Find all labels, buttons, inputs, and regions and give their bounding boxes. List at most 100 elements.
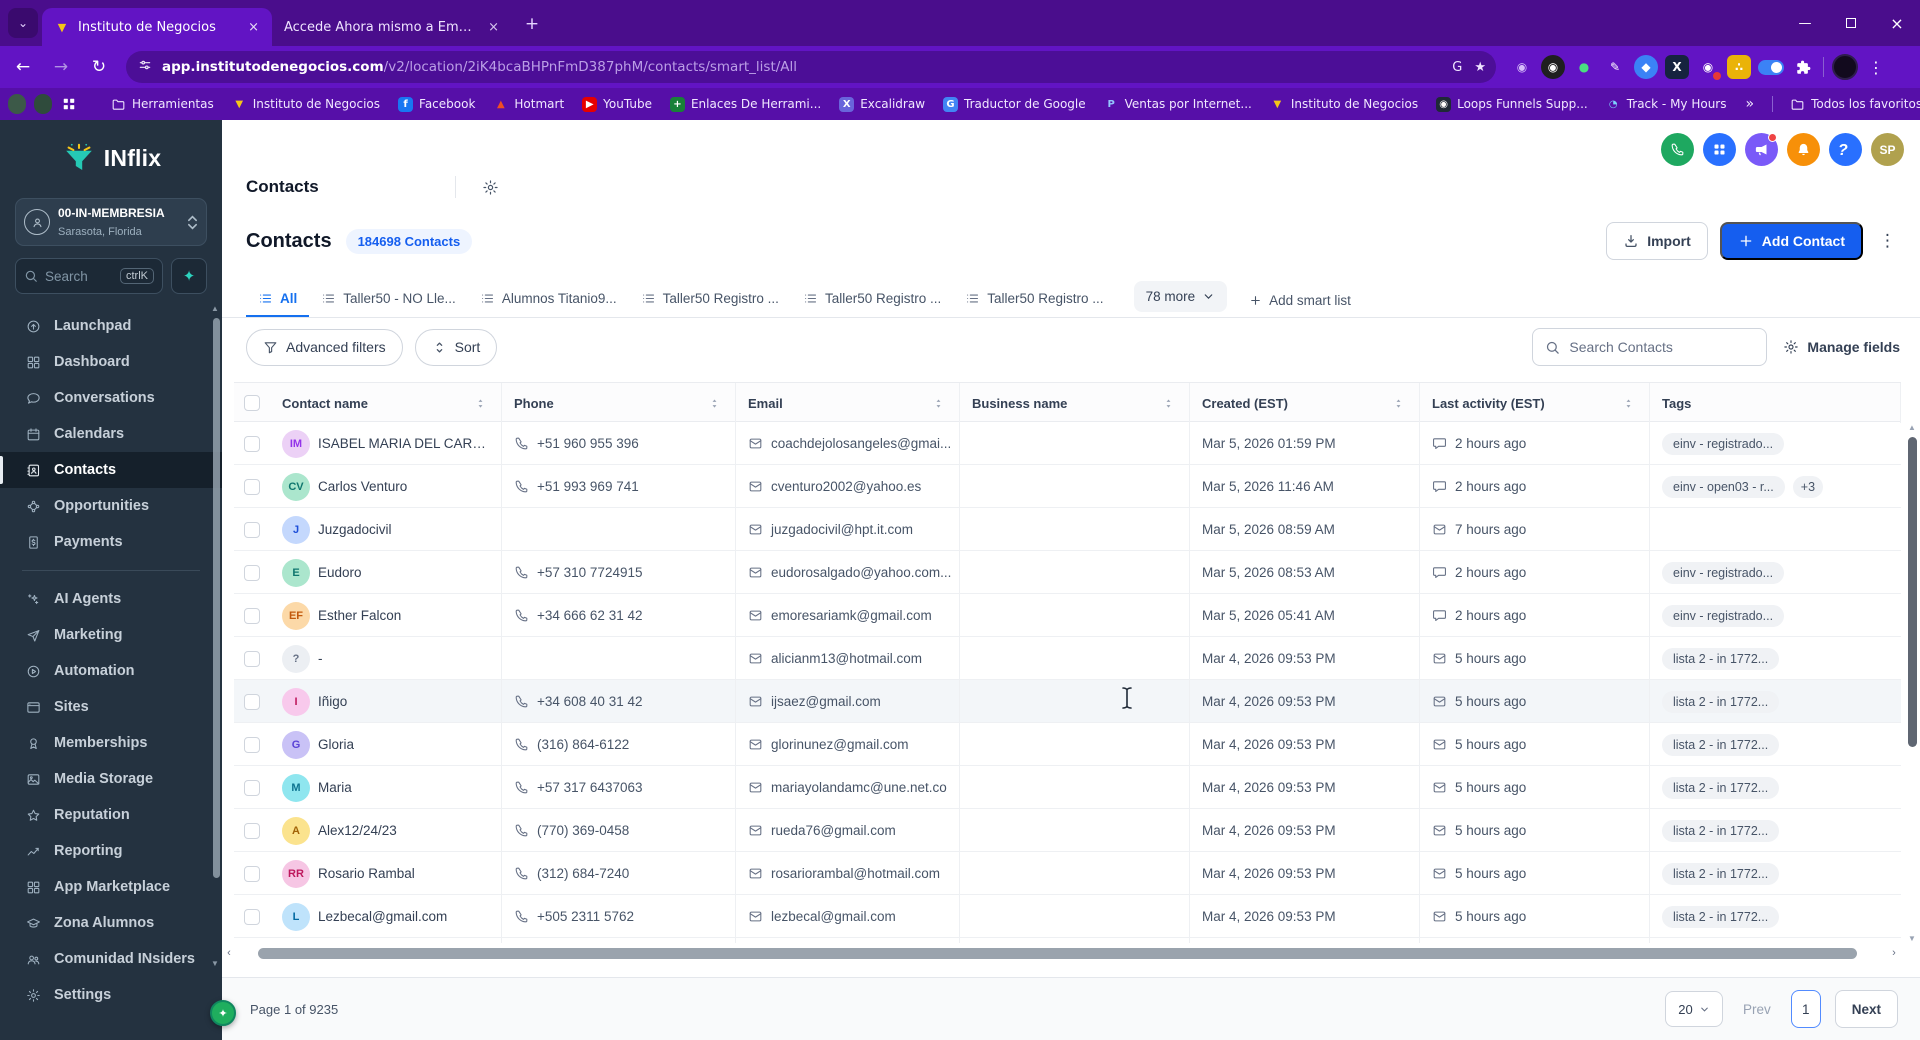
column-header[interactable]: Created (EST): [1190, 383, 1420, 423]
sidebar-item[interactable]: Conversations: [0, 380, 222, 416]
session-avatar[interactable]: ◉: [1696, 55, 1721, 80]
manage-fields-button[interactable]: Manage fields: [1783, 339, 1900, 355]
contact-name[interactable]: Gloria: [318, 737, 354, 752]
smart-list-tab[interactable]: Taller50 Registro ...: [629, 282, 791, 317]
tag-pill[interactable]: lista 2 - in 1772...: [1662, 905, 1780, 928]
brand-logo[interactable]: INflix: [0, 120, 222, 182]
quick-actions[interactable]: [1703, 133, 1736, 166]
bookmark-item[interactable]: ◉ Loops Funnels Supp...: [1427, 96, 1597, 112]
caret-icon[interactable]: [1622, 397, 1635, 410]
tag-pill[interactable]: lista 2 - in 1772...: [1662, 690, 1780, 713]
tab-close-icon[interactable]: ×: [485, 20, 502, 35]
sidebar-item[interactable]: Zona Alumnos: [0, 905, 222, 941]
caret-icon[interactable]: [932, 397, 945, 410]
row-checkbox[interactable]: [244, 435, 260, 452]
column-header[interactable]: Business name: [960, 383, 1190, 423]
broadcast[interactable]: ◉: [1510, 55, 1534, 79]
table-row[interactable]: EF Esther Falcon +34 666 62 31 42 emores…: [234, 594, 1901, 637]
bookmark-pill[interactable]: [8, 94, 26, 114]
table-row[interactable]: IM ISABEL MARIA DEL CARME... +51 960 955…: [234, 422, 1901, 465]
quick-launch-button[interactable]: ✦: [171, 258, 207, 294]
sidebar-item[interactable]: Contacts: [0, 452, 222, 488]
table-row[interactable]: M Maria +57 317 6437063 mariayolandamc@u…: [234, 766, 1901, 809]
column-header[interactable]: Phone: [502, 383, 736, 423]
sidebar-item[interactable]: Reputation: [0, 797, 222, 833]
site-settings-icon[interactable]: [138, 58, 152, 76]
dino[interactable]: ●: [1572, 55, 1596, 79]
new-tab-button[interactable]: +: [518, 10, 546, 38]
browser-tab[interactable]: ▼ Instituto de Negocios ×: [42, 8, 272, 46]
table-row[interactable]: ? - anamarmar11@hotmail.com: [234, 938, 1901, 943]
announcements[interactable]: [1745, 133, 1778, 166]
contact-name[interactable]: Maria: [318, 780, 352, 795]
chat-launcher[interactable]: ✦: [210, 1000, 236, 1026]
window-maximize-button[interactable]: [1828, 0, 1874, 46]
sidebar-item[interactable]: App Marketplace: [0, 869, 222, 905]
caret-icon[interactable]: [474, 397, 487, 410]
tag-extra-count[interactable]: +3: [1792, 475, 1824, 498]
contact-name[interactable]: Juzgadocivil: [318, 522, 392, 537]
select-all-checkbox[interactable]: [244, 395, 260, 411]
bookmark-item[interactable]: ▲ Hotmart: [484, 97, 573, 112]
sidebar-item[interactable]: AI Agents: [0, 581, 222, 617]
contact-name[interactable]: Lezbecal@gmail.com: [318, 909, 447, 924]
apps-grid-icon[interactable]: [62, 97, 76, 111]
prev-page-button[interactable]: Prev: [1737, 1002, 1777, 1017]
sidebar-item[interactable]: Launchpad: [0, 308, 222, 344]
table-row[interactable]: I Iñigo +34 608 40 31 42 ijsaez@gmail.co…: [234, 680, 1901, 723]
reload-button[interactable]: ↻: [84, 52, 114, 82]
page-size-select[interactable]: 20: [1664, 991, 1723, 1027]
sidebar-item[interactable]: Media Storage: [0, 761, 222, 797]
smart-list-tab[interactable]: Alumnos Titanio9...: [468, 282, 629, 317]
contacts-settings-gear-icon[interactable]: [482, 179, 499, 196]
tag-pill[interactable]: lista 2 - in 1772...: [1662, 733, 1780, 756]
sidebar-item[interactable]: Settings: [0, 977, 222, 1013]
tag-pill[interactable]: lista 2 - in 1772...: [1662, 862, 1780, 885]
tab-search-button[interactable]: ⌄: [8, 8, 38, 38]
contact-name[interactable]: Rosario Rambal: [318, 866, 415, 881]
bookmarks-overflow-icon[interactable]: »: [1736, 96, 1765, 112]
contact-name[interactable]: Carlos Venturo: [318, 479, 407, 494]
table-row[interactable]: G Gloria (316) 864-6122 glorinunez@gmail…: [234, 723, 1901, 766]
row-checkbox[interactable]: [244, 478, 260, 495]
help[interactable]: ?: [1829, 133, 1862, 166]
tag-pill[interactable]: lista 2 - in 1772...: [1662, 776, 1780, 799]
sidebar-item[interactable]: Opportunities: [0, 488, 222, 524]
address-bar[interactable]: app.institutodenegocios.com /v2/location…: [126, 51, 1496, 83]
bookmark-item[interactable]: + Enlaces De Herrami...: [661, 96, 830, 112]
search-contacts-input[interactable]: Search Contacts: [1532, 328, 1768, 366]
table-row[interactable]: RR Rosario Rambal (312) 684-7240 rosario…: [234, 852, 1901, 895]
contact-name[interactable]: -: [318, 651, 323, 666]
bookmark-item[interactable]: f Facebook: [389, 96, 484, 112]
column-header[interactable]: Last activity (EST): [1420, 383, 1650, 423]
tag[interactable]: ◆: [1634, 55, 1658, 79]
tag-pill[interactable]: einv - open03 - r...: [1662, 475, 1785, 498]
bookmark-item[interactable]: ▼ Instituto de Negocios: [223, 97, 389, 112]
sidebar-item[interactable]: Memberships: [0, 725, 222, 761]
sidebar-item[interactable]: Comunidad INsiders: [0, 941, 222, 977]
bookmark-item[interactable]: P Ventas por Internet...: [1095, 97, 1261, 112]
row-checkbox[interactable]: [244, 736, 260, 753]
keeper[interactable]: ∴: [1727, 55, 1751, 79]
tag-pill[interactable]: einv - registrado...: [1662, 561, 1785, 584]
row-checkbox[interactable]: [244, 779, 260, 796]
table-vertical-scrollbar[interactable]: ▲ ▼: [1906, 423, 1919, 943]
import-button[interactable]: Import: [1606, 222, 1708, 260]
smart-list-tab[interactable]: Taller50 Registro ...: [953, 282, 1115, 317]
bookmark-item[interactable]: ▼ Instituto de Negocios: [1261, 97, 1427, 112]
sidebar-item[interactable]: Payments: [0, 524, 222, 560]
smart-list-tab[interactable]: Taller50 Registro ...: [791, 282, 953, 317]
smart-list-tab[interactable]: All: [246, 282, 310, 317]
contact-name[interactable]: Esther Falcon: [318, 608, 401, 623]
browser-menu-icon[interactable]: ⋮: [1858, 58, 1898, 77]
sidebar-item[interactable]: Marketing: [0, 617, 222, 653]
bookmark-item[interactable]: X Excalidraw: [830, 96, 934, 112]
row-checkbox[interactable]: [244, 521, 260, 538]
contact-name[interactable]: Alex12/24/23: [318, 823, 397, 838]
table-row[interactable]: J Juzgadocivil juzgadocivil@hpt.it.com M…: [234, 508, 1901, 551]
sort-button[interactable]: Sort: [414, 328, 498, 366]
all-favorites[interactable]: Todos los favoritos: [1781, 97, 1920, 112]
more-smart-lists-dropdown[interactable]: 78 more: [1133, 281, 1228, 312]
bookmark-item[interactable]: Herramientas: [102, 97, 223, 112]
translate-icon[interactable]: G: [1452, 60, 1462, 75]
